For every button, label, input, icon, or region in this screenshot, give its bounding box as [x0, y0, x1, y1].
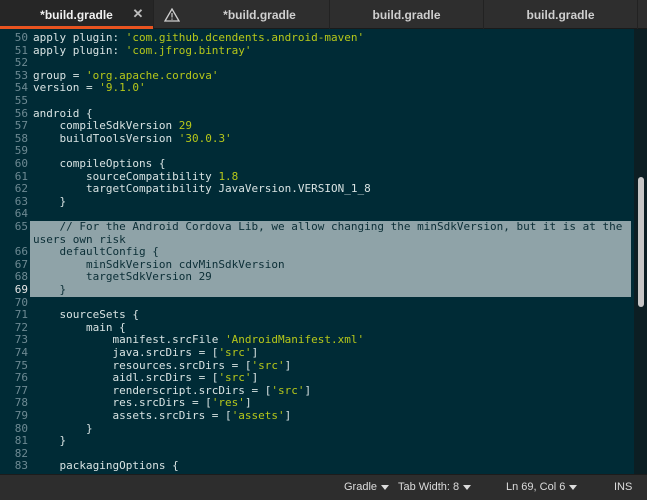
code-line[interactable]: 50 apply plugin: 'com.github.dcendents.an… — [0, 31, 634, 45]
line-number: 55 — [14, 94, 28, 107]
tab-label: *build.gradle — [223, 7, 296, 22]
code-line[interactable]: 76 aidl.srcDirs = ['src'] — [0, 371, 634, 385]
vertical-scrollbar[interactable] — [634, 29, 647, 474]
code-line[interactable]: 55 — [0, 94, 634, 108]
tab-build-gradle-2[interactable]: *build.gradle — [190, 0, 330, 29]
line-number: 66 — [14, 245, 28, 259]
line-number: 57 — [14, 119, 28, 133]
code-line[interactable]: 58 buildToolsVersion '30.0.3' — [0, 131, 634, 146]
line-number: 65 — [14, 220, 28, 233]
code-text: defaultConfig { — [33, 245, 159, 259]
line-number: 81 — [14, 434, 28, 448]
chevron-down-icon — [463, 484, 472, 490]
line-number: 62 — [14, 182, 28, 196]
code-line[interactable]: 51 apply plugin: 'com.jfrog.bintray' — [0, 43, 634, 58]
tab-build-gradle-3[interactable]: build.gradle — [330, 0, 484, 29]
tab-width-label: Tab Width: 8 — [398, 481, 460, 493]
code-text: buildToolsVersion '30.0.3' — [33, 131, 232, 145]
line-number: 79 — [14, 409, 28, 422]
line-number: 83 — [14, 459, 28, 473]
line-number: 74 — [14, 346, 28, 359]
code-line[interactable]: 83 packagingOptions { — [0, 460, 634, 473]
code-line[interactable]: 80 } — [0, 422, 634, 436]
line-number: 52 — [14, 56, 28, 70]
code-text: packagingOptions { — [33, 459, 179, 473]
line-number: 50 — [14, 31, 28, 44]
language-selector[interactable]: Gradle — [344, 481, 390, 493]
code-text: aidl.srcDirs = ['src'] — [33, 371, 259, 385]
code-text: java.srcDirs = ['src'] — [33, 346, 259, 359]
insert-mode-label: INS — [614, 481, 633, 493]
code-text: apply plugin: 'com.jfrog.bintray' — [33, 43, 252, 57]
tab-bar: *build.gradle ✕ *build.gradle build.grad… — [0, 0, 647, 29]
code-text: } — [33, 283, 67, 296]
code-editor[interactable]: 50 apply plugin: 'com.github.dcendents.an… — [0, 29, 634, 474]
code-text: sourceSets { — [33, 308, 139, 322]
tab-build-gradle-1[interactable]: *build.gradle ✕ — [0, 0, 154, 29]
code-text: } — [33, 434, 67, 448]
code-text: targetCompatibility JavaVersion.VERSION_… — [33, 182, 371, 196]
cursor-position-label: Ln 69, Col 6 — [506, 481, 566, 493]
chevron-down-icon — [381, 484, 390, 490]
code-text: compileOptions { — [33, 157, 166, 170]
warning-icon — [154, 0, 190, 29]
chevron-down-icon — [569, 484, 578, 490]
code-line[interactable]: 69 } — [0, 283, 634, 297]
language-label: Gradle — [344, 481, 378, 493]
code-text: compileSdkVersion 29 — [33, 119, 192, 133]
line-number: 76 — [14, 371, 28, 385]
code-line[interactable]: 81 } — [0, 435, 634, 448]
code-line[interactable]: 79 assets.srcDirs = ['assets'] — [0, 409, 634, 423]
code-line[interactable]: 54 version = '9.1.0' — [0, 82, 634, 95]
insert-mode: INS — [614, 481, 632, 493]
code-text: assets.srcDirs = ['assets'] — [33, 409, 292, 422]
code-line[interactable]: 74 java.srcDirs = ['src'] — [0, 346, 634, 360]
code-line[interactable]: 66 defaultConfig { — [0, 246, 634, 259]
tab-label: build.gradle — [372, 7, 441, 22]
cursor-position[interactable]: Ln 69, Col 6 — [506, 481, 578, 493]
code-line[interactable]: 71 sourceSets { — [0, 309, 634, 322]
code-line[interactable]: 68 targetSdkVersion 29 — [0, 271, 634, 284]
code-text: // For the Android Cordova Lib, we allow… — [33, 220, 623, 233]
line-number: 60 — [14, 157, 28, 170]
code-line[interactable]: 60 compileOptions { — [0, 157, 634, 171]
code-line[interactable]: 57 compileSdkVersion 29 — [0, 119, 634, 133]
code-text: } — [33, 194, 67, 208]
tab-build-gradle-4[interactable]: build.gradle — [484, 0, 638, 29]
code-line[interactable]: 62 targetCompatibility JavaVersion.VERSI… — [0, 183, 634, 196]
status-bar: Gradle Tab Width: 8 Ln 69, Col 6 INS — [0, 474, 647, 500]
code-line[interactable]: 63 } — [0, 194, 634, 209]
tab-label: build.gradle — [526, 7, 595, 22]
scrollbar-thumb[interactable] — [638, 177, 644, 307]
code-line[interactable]: 65 // For the Android Cordova Lib, we al… — [0, 220, 634, 234]
line-number: 69 — [14, 283, 28, 296]
close-icon[interactable]: ✕ — [131, 7, 145, 21]
line-number: 71 — [14, 308, 28, 322]
code-text: version = '9.1.0' — [33, 81, 146, 95]
tab-width-selector[interactable]: Tab Width: 8 — [398, 481, 472, 493]
tab-label: *build.gradle — [40, 7, 113, 22]
